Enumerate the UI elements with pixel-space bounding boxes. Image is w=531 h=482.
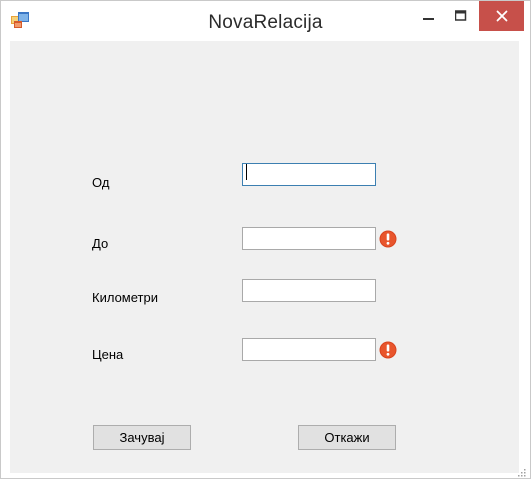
error-exclamation-icon <box>379 341 397 359</box>
size-grip-icon[interactable] <box>516 464 526 477</box>
text-caret <box>246 164 247 180</box>
field-label-from: Од <box>92 175 110 190</box>
close-button[interactable] <box>479 1 524 31</box>
error-exclamation-icon <box>379 230 397 248</box>
close-icon <box>496 10 507 22</box>
price-input[interactable] <box>242 338 376 361</box>
kilometers-input[interactable] <box>242 279 376 302</box>
field-label-price: Цена <box>92 347 124 362</box>
from-input[interactable] <box>242 163 376 186</box>
field-label-kilometers: Километри <box>92 290 158 305</box>
to-input[interactable] <box>242 227 376 250</box>
maximize-icon <box>455 10 467 21</box>
form-client-area <box>10 41 519 473</box>
field-label-to: До <box>92 236 109 251</box>
save-button[interactable]: Зачувај <box>93 425 191 450</box>
minimize-button[interactable] <box>413 1 445 31</box>
maximize-button[interactable] <box>445 1 477 31</box>
title-bar[interactable]: NovaRelacija <box>1 1 530 41</box>
form-window: NovaRelacija Од До Километри Цена Зачува… <box>0 0 531 479</box>
minimize-icon <box>423 18 434 20</box>
cancel-button[interactable]: Откажи <box>298 425 396 450</box>
